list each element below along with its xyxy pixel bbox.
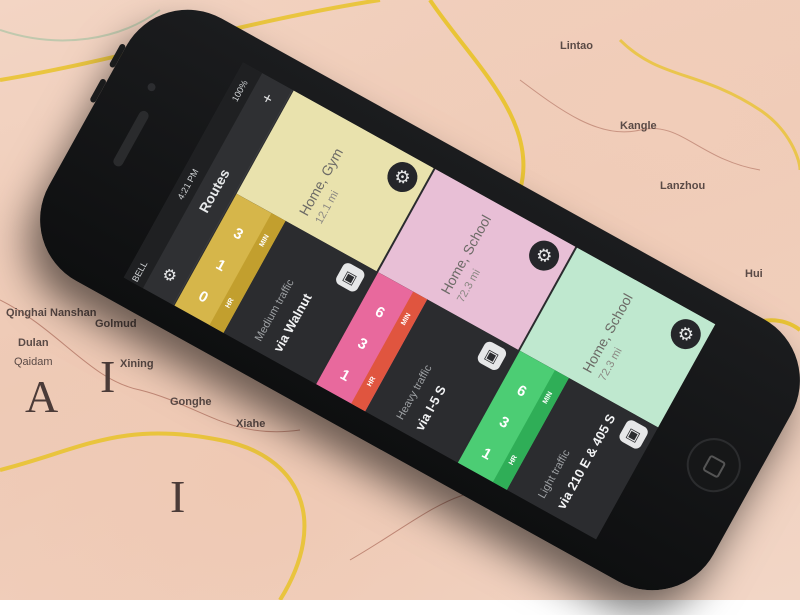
gear-icon[interactable]: ⚙: [157, 264, 181, 288]
map-big-letter: A: [25, 371, 59, 422]
front-camera: [146, 81, 157, 93]
map-label: Lanzhou: [660, 180, 706, 192]
home-button[interactable]: [677, 428, 751, 502]
car-icon: ▣: [333, 261, 367, 294]
map-big-letter: I: [170, 471, 186, 522]
map-label: Hui: [745, 268, 763, 280]
map-big-letter: I: [100, 351, 116, 402]
map-label: Qaidam: [14, 356, 53, 368]
map-label: Lintao: [560, 40, 593, 52]
car-icon: ▣: [475, 339, 509, 373]
map-label: Kangle: [620, 120, 657, 132]
gear-icon[interactable]: ⚙: [523, 235, 565, 276]
map-label: Dulan: [18, 337, 49, 349]
car-icon: ▣: [617, 418, 650, 451]
map-label: Qinghai Nanshan: [6, 307, 97, 319]
gear-icon[interactable]: ⚙: [665, 313, 707, 355]
gear-icon[interactable]: ⚙: [382, 156, 423, 198]
map-label: Golmud: [95, 318, 137, 330]
map-label: Gonghe: [170, 396, 212, 408]
map-label: Xiahe: [236, 418, 266, 430]
earpiece-speaker: [111, 109, 151, 169]
map-label: Xining: [120, 358, 154, 370]
plus-icon[interactable]: +: [255, 87, 279, 111]
